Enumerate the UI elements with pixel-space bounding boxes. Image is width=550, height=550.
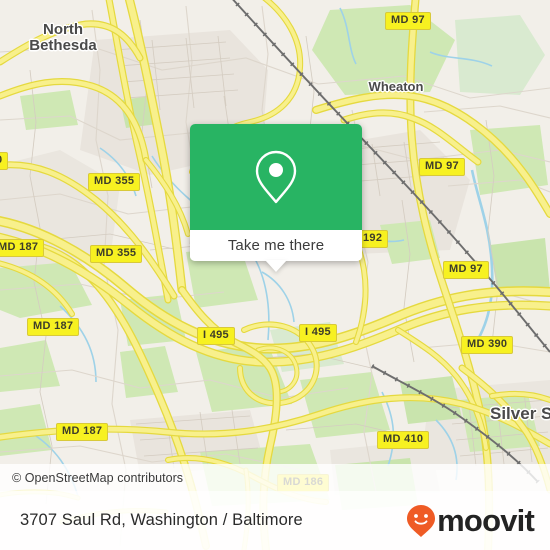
moovit-wordmark: moovit (437, 503, 535, 538)
shield-md-190-clipped: 0 (0, 152, 9, 170)
shield-md-97-right-lower: MD 97 (443, 261, 489, 279)
shield-md-410: MD 410 (377, 431, 430, 449)
shield-i-495-right: I 495 (299, 324, 337, 342)
moovit-pin-smiley-icon (407, 504, 436, 537)
popup-card-header (190, 124, 362, 230)
moovit-logo[interactable]: moovit (406, 504, 550, 538)
openstreetmap-attribution[interactable]: © OpenStreetMap contributors (0, 471, 183, 485)
shield-md-187-left-upper: MD 187 (0, 239, 45, 257)
shield-md-187-left-middle: MD 187 (27, 318, 80, 336)
shield-md-187-left-lower: MD 187 (56, 423, 109, 441)
take-me-there-label: Take me there (227, 237, 325, 254)
attribution-bar: © OpenStreetMap contributors (0, 464, 550, 491)
footer-bar: 3707 Saul Rd, Washington / Baltimore moo… (0, 491, 550, 550)
shield-md-355-upper: MD 355 (88, 173, 141, 191)
shield-i-495-left: I 495 (197, 327, 235, 345)
shield-md-97-right-upper: MD 97 (419, 158, 465, 176)
map-pin-icon (255, 150, 297, 204)
popup-card-footer[interactable]: Take me there (190, 230, 362, 272)
popup-pointer-tail (265, 260, 287, 272)
location-popup-card[interactable]: Take me there (190, 124, 362, 272)
shield-md-355-lower: MD 355 (90, 245, 143, 263)
shield-md-97-top: MD 97 (385, 12, 431, 30)
address-title: 3707 Saul Rd, Washington / Baltimore (20, 511, 303, 529)
map-screenshot: .park { fill:#cfe8b4; } .park2 { fill:#d… (0, 0, 550, 550)
shield-md-390: MD 390 (461, 336, 514, 354)
